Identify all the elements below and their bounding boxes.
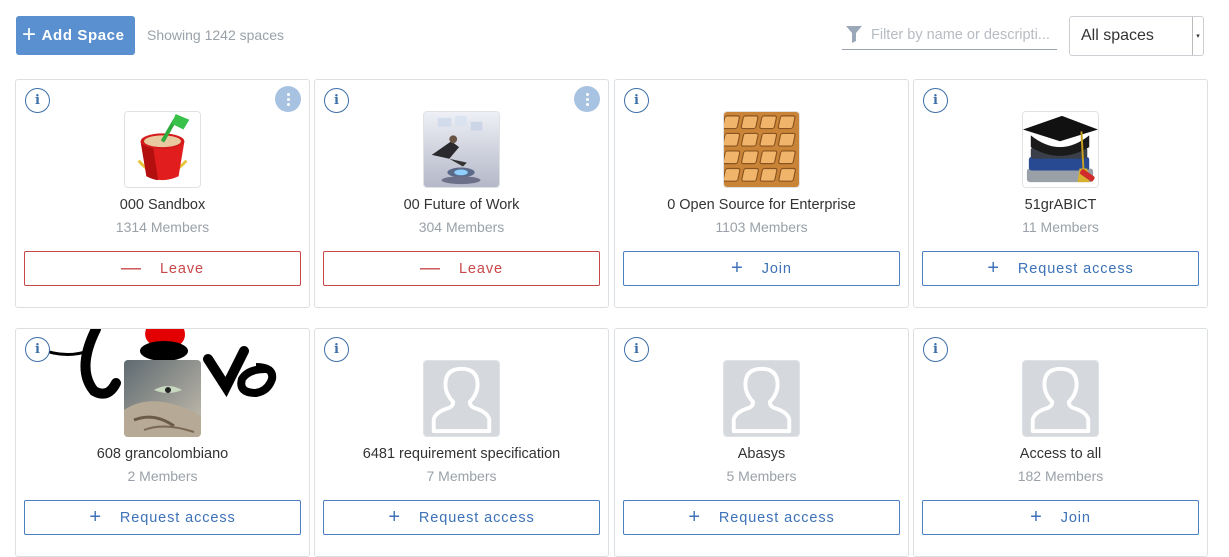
- space-avatar[interactable]: [1022, 111, 1099, 188]
- space-avatar[interactable]: [124, 360, 201, 437]
- showing-count: Showing 1242 spaces: [147, 27, 284, 43]
- space-name[interactable]: Access to all: [914, 446, 1207, 462]
- action-label: Request access: [718, 509, 835, 526]
- info-icon[interactable]: i: [25, 337, 50, 362]
- toolbar: + Add Space Showing 1242 spaces All spac…: [0, 0, 1229, 64]
- action-label: Leave: [458, 260, 503, 277]
- space-avatar[interactable]: [423, 111, 500, 188]
- default-avatar-icon: [1023, 361, 1098, 436]
- space-card: i Abasys 5 Members + Request access: [614, 328, 909, 557]
- space-name[interactable]: Abasys: [615, 446, 908, 462]
- action-label: Request access: [119, 509, 236, 526]
- plus-icon: +: [731, 256, 744, 279]
- space-avatar[interactable]: [723, 111, 800, 188]
- sand-bucket-image: [125, 112, 200, 187]
- member-count: 304 Members: [418, 219, 505, 235]
- member-count: 182 Members: [1017, 468, 1104, 484]
- space-name[interactable]: 608 grancolombiano: [16, 446, 309, 462]
- join-button[interactable]: + Join: [922, 500, 1199, 535]
- info-icon[interactable]: i: [923, 88, 948, 113]
- space-avatar[interactable]: [423, 360, 500, 437]
- space-card: i 000 Sandbox 1314 Members — Leave: [15, 79, 310, 308]
- space-card: i 608 grancolombiano 2 Members + Request…: [15, 328, 310, 557]
- chevron-down-icon: ▾: [1192, 17, 1203, 55]
- member-count: 2 Members: [127, 468, 198, 484]
- request-access-button[interactable]: + Request access: [623, 500, 900, 535]
- info-icon[interactable]: i: [624, 337, 649, 362]
- space-card: i 00 Future of Work 304 Members — Leave: [314, 79, 609, 308]
- leave-button[interactable]: — Leave: [24, 251, 301, 286]
- space-name[interactable]: 00 Future of Work: [315, 197, 608, 213]
- plus-icon: +: [89, 505, 102, 528]
- member-count: 7 Members: [426, 468, 497, 484]
- space-card: i 51grABICT 11 Members + Request access: [913, 79, 1208, 308]
- join-button[interactable]: + Join: [623, 251, 900, 286]
- space-avatar[interactable]: [124, 111, 201, 188]
- action-label: Request access: [1017, 260, 1134, 277]
- future-work-image: [424, 112, 499, 187]
- space-avatar[interactable]: [1022, 360, 1099, 437]
- cat-image: [124, 360, 201, 437]
- filter-field[interactable]: [842, 20, 1057, 50]
- filter-icon: [846, 23, 868, 47]
- filter-input[interactable]: [871, 26, 1056, 43]
- space-avatar[interactable]: [723, 360, 800, 437]
- info-icon[interactable]: i: [324, 88, 349, 113]
- space-card: i 0 Open Source for Enterprise 1103 Memb…: [614, 79, 909, 308]
- space-card: i Access to all 182 Members + Join: [913, 328, 1208, 557]
- keyboard-image: [724, 112, 799, 187]
- info-icon[interactable]: i: [923, 337, 948, 362]
- add-space-label: Add Space: [41, 27, 125, 44]
- action-label: Join: [1060, 509, 1091, 526]
- info-icon[interactable]: i: [624, 88, 649, 113]
- request-access-button[interactable]: + Request access: [323, 500, 600, 535]
- space-name[interactable]: 51grABICT: [914, 197, 1207, 213]
- plus-icon: +: [688, 505, 701, 528]
- scope-select-value: All spaces: [1081, 27, 1154, 44]
- space-card: i 6481 requirement specification 7 Membe…: [314, 328, 609, 557]
- scope-select[interactable]: All spaces ▾: [1069, 16, 1204, 56]
- minus-icon: —: [420, 256, 441, 279]
- graduation-cap-image: [1023, 112, 1098, 187]
- more-options-icon[interactable]: [275, 86, 301, 112]
- add-space-button[interactable]: + Add Space: [16, 16, 135, 55]
- space-name[interactable]: 000 Sandbox: [16, 197, 309, 213]
- default-avatar-icon: [724, 361, 799, 436]
- plus-icon: +: [1030, 505, 1043, 528]
- member-count: 1103 Members: [715, 219, 808, 235]
- request-access-button[interactable]: + Request access: [922, 251, 1199, 286]
- info-icon[interactable]: i: [324, 337, 349, 362]
- request-access-button[interactable]: + Request access: [24, 500, 301, 535]
- minus-icon: —: [121, 256, 142, 279]
- default-avatar-icon: [424, 361, 499, 436]
- plus-icon: +: [22, 20, 37, 48]
- leave-button[interactable]: — Leave: [323, 251, 600, 286]
- space-name[interactable]: 6481 requirement specification: [315, 446, 608, 462]
- info-icon[interactable]: i: [25, 88, 50, 113]
- more-options-icon[interactable]: [574, 86, 600, 112]
- action-label: Leave: [159, 260, 204, 277]
- space-name[interactable]: 0 Open Source for Enterprise: [615, 197, 908, 213]
- plus-icon: +: [388, 505, 401, 528]
- member-count: 1314 Members: [115, 219, 210, 235]
- action-label: Request access: [418, 509, 535, 526]
- member-count: 5 Members: [726, 468, 797, 484]
- plus-icon: +: [987, 256, 1000, 279]
- member-count: 11 Members: [1022, 219, 1099, 235]
- action-label: Join: [761, 260, 792, 277]
